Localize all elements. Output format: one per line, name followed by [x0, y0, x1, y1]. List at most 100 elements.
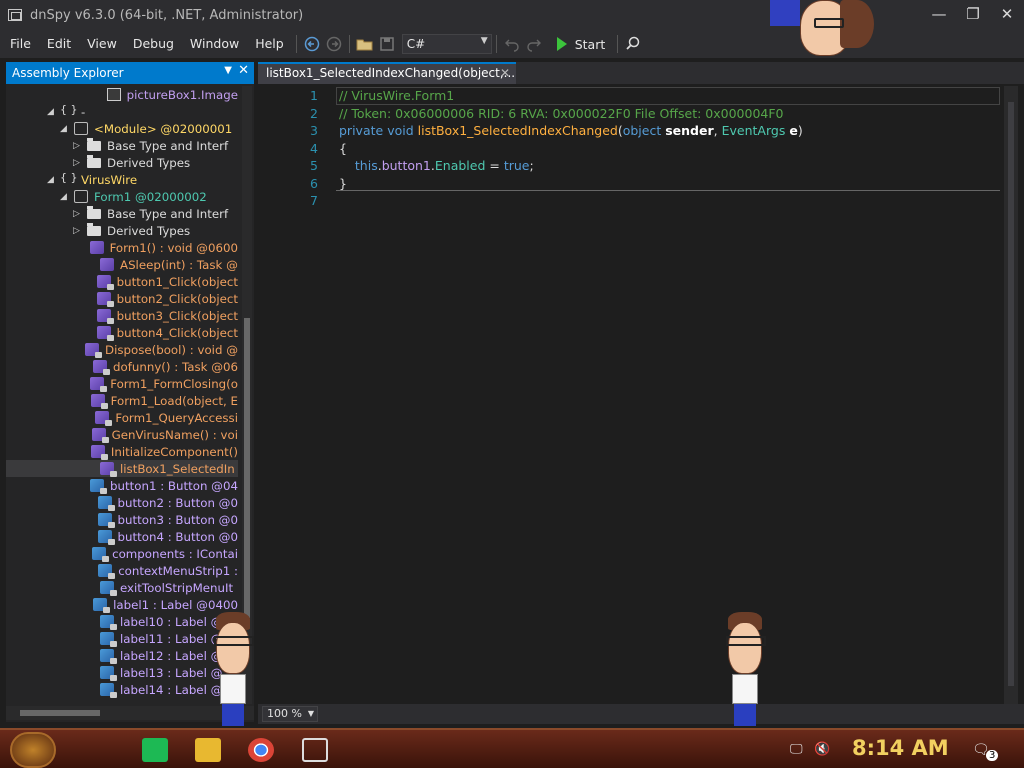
menu-edit[interactable]: Edit	[39, 30, 79, 58]
tree-item[interactable]: button2 : Button @0	[6, 494, 238, 511]
tree-item[interactable]: button3 : Button @0	[6, 511, 238, 528]
language-select[interactable]: C# ▼	[401, 34, 492, 54]
tree-item[interactable]: ▷ Derived Types	[6, 154, 238, 171]
maximize-button[interactable]: ❐	[962, 4, 984, 24]
tree-item[interactable]: button3_Click(object	[6, 307, 238, 324]
menu-file[interactable]: File	[2, 30, 39, 58]
zoom-select[interactable]: 100 % ▼	[262, 706, 318, 722]
expand-toggle-icon[interactable]: ◢	[47, 175, 57, 185]
undo-icon[interactable]	[501, 33, 523, 55]
tree-item[interactable]: label1 : Label @0400	[6, 596, 238, 613]
tree-item[interactable]: Form1_QueryAccessi	[6, 409, 238, 426]
network-icon[interactable]: 🖵	[790, 742, 803, 757]
taskbar-clock[interactable]: 8:14 AM	[852, 736, 949, 760]
panel-close-icon[interactable]: ✕	[238, 63, 249, 78]
namespace-icon	[60, 103, 78, 118]
back-icon[interactable]	[301, 33, 323, 55]
menu-window[interactable]: Window	[182, 30, 247, 58]
tree-item[interactable]: dofunny() : Task @06	[6, 358, 238, 375]
tree-item[interactable]: Form1() : void @0600	[6, 239, 238, 256]
tree-item[interactable]: Form1_Load(object, E	[6, 392, 238, 409]
expand-toggle-icon[interactable]: ◢	[60, 124, 70, 134]
tree-item[interactable]: button4_Click(object	[6, 324, 238, 341]
tree-item[interactable]: ▷ Derived Types	[6, 222, 238, 239]
expand-toggle-icon[interactable]: ▷	[73, 158, 83, 168]
tree-item[interactable]: button1_Click(object	[6, 273, 238, 290]
tree-item[interactable]: Form1_FormClosing(o	[6, 375, 238, 392]
toolbar-separator	[295, 35, 297, 53]
cartoon-character-head-top[interactable]	[770, 0, 880, 58]
tree-item[interactable]: GenVirusName() : voi	[6, 426, 238, 443]
tree-item[interactable]: listBox1_SelectedIn	[6, 460, 238, 477]
menu-help[interactable]: Help	[247, 30, 292, 58]
field-icon	[100, 615, 117, 630]
code-editor[interactable]: 1 2 3 4 5 6 7 // VirusWire.Form1 // Token: 0x06…	[258, 86, 1004, 704]
close-button[interactable]: ✕	[996, 4, 1018, 24]
tree-item[interactable]: ▷ Base Type and Interf	[6, 205, 238, 222]
volume-muted-icon[interactable]: 🔇	[814, 742, 830, 757]
scrollbar-thumb[interactable]	[244, 318, 250, 618]
tree-item[interactable]: label11 : Label @	[6, 630, 238, 647]
tree-item[interactable]: button4 : Button @0	[6, 528, 238, 545]
tree-item[interactable]: label10 : Label @	[6, 613, 238, 630]
code-token: =	[485, 158, 504, 173]
tree-item[interactable]: components : IContai	[6, 545, 238, 562]
tab-listbox1-selectedindexchanged[interactable]: listBox1_SelectedIndexChanged(object,...…	[258, 62, 516, 84]
tree-item[interactable]: label14 : Label @0	[6, 681, 238, 698]
tree-item[interactable]: pictureBox1.Image	[6, 86, 238, 103]
cartoon-character-left[interactable]	[206, 612, 258, 726]
tab-close-icon[interactable]: ✕	[500, 64, 510, 83]
redo-icon[interactable]	[523, 33, 545, 55]
tree-item[interactable]: label12 : Label @	[6, 647, 238, 664]
open-icon[interactable]	[354, 33, 376, 55]
expand-toggle-icon[interactable]: ◢	[60, 192, 70, 202]
expand-toggle-icon[interactable]: ▷	[73, 226, 83, 236]
file-explorer-app-icon[interactable]	[195, 738, 221, 762]
namespace-icon	[60, 171, 78, 186]
editor-vertical-scrollbar[interactable]	[1004, 86, 1018, 704]
tree-item[interactable]: label13 : Label @	[6, 664, 238, 681]
start-debug-button[interactable]: Start	[556, 32, 605, 56]
menu-debug[interactable]: Debug	[125, 30, 182, 58]
tree-item-label: label1 : Label @0400	[113, 597, 238, 612]
minimize-button[interactable]: —	[928, 4, 950, 24]
tree-item[interactable]: InitializeComponent()	[6, 443, 238, 460]
expand-toggle-icon[interactable]: ▷	[73, 141, 83, 151]
task-view-icon[interactable]	[302, 738, 328, 762]
panel-menu-icon[interactable]: ▼	[224, 65, 232, 76]
assembly-tree: pictureBox1.Image◢-◢<Module> @02000001▷B…	[6, 86, 238, 704]
tree-item[interactable]: ◢ VirusWire	[6, 171, 238, 188]
tree-item-label: button1_Click(object	[116, 274, 238, 289]
tree-item[interactable]: button1 : Button @04	[6, 477, 238, 494]
method-icon	[90, 445, 108, 460]
tree-item[interactable]: exitToolStripMenuIt	[6, 579, 238, 596]
tree-item[interactable]: ◢ Form1 @02000002	[6, 188, 238, 205]
code-token: object	[622, 123, 662, 138]
resource-image-icon	[106, 88, 121, 101]
tree-item[interactable]: ◢ <Module> @02000001	[6, 120, 238, 137]
search-icon[interactable]	[622, 33, 644, 55]
expand-toggle-icon[interactable]: ▷	[73, 209, 83, 219]
save-icon[interactable]	[376, 33, 398, 55]
tree-item[interactable]: ◢-	[6, 103, 238, 120]
method-icon	[96, 275, 114, 290]
forward-icon[interactable]	[323, 33, 345, 55]
scrollbar-thumb[interactable]	[1008, 102, 1014, 686]
code-line: private void listBox1_SelectedIndexChang…	[339, 123, 803, 138]
tree-item[interactable]: Dispose(bool) : void @	[6, 341, 238, 358]
tree-item[interactable]: button2_Click(object	[6, 290, 238, 307]
tree-item[interactable]: contextMenuStrip1 :	[6, 562, 238, 579]
language-value: C#	[406, 37, 426, 51]
tree-item[interactable]: ▷ Base Type and Interf	[6, 137, 238, 154]
start-menu-button[interactable]	[10, 732, 56, 768]
tree-item-label: listBox1_SelectedIn	[120, 461, 235, 476]
menu-view[interactable]: View	[79, 30, 125, 58]
method-icon	[91, 428, 109, 443]
chrome-app-icon[interactable]	[248, 738, 274, 762]
scrollbar-thumb[interactable]	[20, 710, 100, 716]
tree-item-label: contextMenuStrip1 :	[118, 563, 238, 578]
cartoon-character-right[interactable]	[718, 612, 770, 726]
tree-item[interactable]: ASleep(int) : Task @	[6, 256, 238, 273]
spotify-app-icon[interactable]	[142, 738, 168, 762]
expand-toggle-icon[interactable]: ◢	[47, 107, 57, 117]
